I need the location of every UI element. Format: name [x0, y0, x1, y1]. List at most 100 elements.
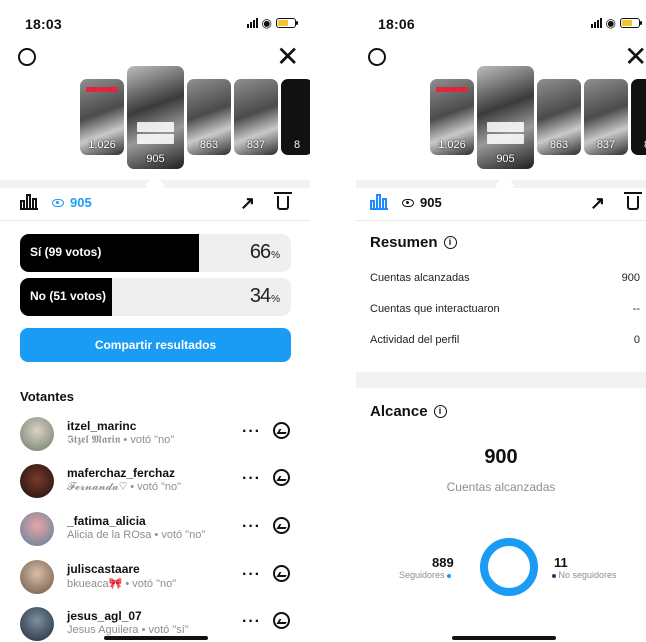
- battery-icon: [276, 18, 298, 28]
- followers-value: 889: [432, 555, 454, 570]
- voter-username[interactable]: itzel_marinc: [67, 419, 136, 433]
- clock: 18:06: [378, 16, 415, 32]
- home-indicator[interactable]: [452, 636, 556, 640]
- views-count: 905: [70, 195, 92, 210]
- story-thumbnail[interactable]: 8: [631, 79, 646, 155]
- info-icon[interactable]: i: [433, 405, 447, 418]
- divider: [0, 220, 310, 221]
- messenger-icon[interactable]: [273, 422, 290, 439]
- story-views: 905: [496, 153, 515, 165]
- messenger-icon[interactable]: [273, 469, 290, 486]
- signal-icon: [590, 18, 602, 28]
- more-options-button[interactable]: ···: [242, 518, 261, 536]
- trash-icon[interactable]: [624, 192, 642, 210]
- eye-icon: [52, 198, 64, 207]
- avatar[interactable]: [20, 512, 54, 546]
- settings-gear-icon[interactable]: [368, 48, 386, 66]
- story-views: 8: [293, 139, 301, 151]
- info-icon[interactable]: i: [443, 236, 457, 249]
- story-carousel[interactable]: 1.026 905 863 837 8: [356, 66, 646, 186]
- nonfollowers-label: No seguidores: [552, 570, 617, 580]
- messenger-icon[interactable]: [273, 612, 290, 629]
- settings-gear-icon[interactable]: [18, 48, 36, 66]
- voter-username[interactable]: maferchaz_ferchaz: [67, 466, 175, 480]
- poll-option-yes: Sí (99 votos) 66%: [20, 234, 291, 272]
- share-results-button[interactable]: Compartir resultados: [20, 328, 291, 362]
- messenger-icon[interactable]: [273, 517, 290, 534]
- story-views: 837: [596, 139, 616, 151]
- bar-chart-icon[interactable]: [370, 194, 388, 210]
- metric-label: Cuentas que interactuaron: [370, 303, 500, 315]
- metric-label: Cuentas alcanzadas: [370, 272, 470, 284]
- nonfollowers-value: 11: [554, 555, 568, 570]
- voter-row[interactable]: _fatima_alicia Alicia de la ROsa • votó …: [20, 512, 300, 556]
- story-thumbnail[interactable]: 863: [187, 79, 231, 155]
- story-insights-screen: 18:06 ◉ ✕ 1.026 905 863 837 8: [356, 0, 646, 642]
- story-thumbnail[interactable]: 1.026: [430, 79, 474, 155]
- story-toolbar: 905 ↗: [0, 188, 310, 220]
- voter-username[interactable]: _fatima_alicia: [67, 514, 146, 528]
- poll-option-percent: 66%: [249, 241, 280, 263]
- views-count: 905: [420, 195, 442, 210]
- story-views: 863: [549, 139, 569, 151]
- followers-label: Seguidores: [399, 570, 452, 580]
- home-indicator[interactable]: [104, 636, 208, 640]
- avatar[interactable]: [20, 607, 54, 641]
- trending-icon[interactable]: ↗: [590, 193, 605, 214]
- metric-row: Cuentas que interactuaron --: [370, 303, 640, 315]
- more-options-button[interactable]: ···: [242, 613, 261, 631]
- clock: 18:03: [25, 16, 62, 32]
- section-divider: [356, 372, 646, 388]
- signal-icon: [246, 18, 258, 28]
- voter-row[interactable]: maferchaz_ferchaz 𝓕𝓮𝓻𝓷𝓪𝓷𝓭𝓪♡ • votó "no" …: [20, 464, 300, 508]
- reach-heading: Alcance i: [370, 403, 447, 420]
- voters-heading: Votantes: [20, 389, 74, 404]
- wifi-icon: ◉: [261, 16, 272, 30]
- voter-username[interactable]: jesus_agl_07: [67, 609, 142, 623]
- story-thumbnail[interactable]: 863: [537, 79, 581, 155]
- wifi-icon: ◉: [605, 16, 616, 30]
- poll-option-no: No (51 votos) 34%: [20, 278, 291, 316]
- voter-subline: bkueaca🎀 • votó "no": [67, 578, 177, 590]
- story-thumbnail-selected[interactable]: 905: [477, 66, 534, 169]
- poll-option-percent: 34%: [249, 285, 280, 307]
- viewers-tab[interactable]: 905: [52, 195, 92, 210]
- voter-subline: Jesus Aguilera • votó "sí": [67, 624, 189, 636]
- status-icons: ◉: [246, 16, 298, 30]
- story-toolbar: 905 ↗: [356, 188, 646, 220]
- voter-username[interactable]: juliscastaare: [67, 562, 140, 576]
- story-views: 1.026: [438, 139, 466, 151]
- story-views: 1.026: [88, 139, 116, 151]
- story-thumbnail-selected[interactable]: 905: [127, 66, 184, 169]
- avatar[interactable]: [20, 560, 54, 594]
- story-thumbnail[interactable]: 837: [234, 79, 278, 155]
- bar-chart-icon[interactable]: [20, 194, 38, 210]
- avatar[interactable]: [20, 464, 54, 498]
- story-carousel[interactable]: 1.026 905 863 837 8: [0, 66, 310, 186]
- metric-label: Actividad del perfil: [370, 334, 460, 346]
- story-thumbnail[interactable]: 8: [281, 79, 310, 155]
- viewers-tab[interactable]: 905: [402, 195, 442, 210]
- poll-option-label: Sí (99 votos): [30, 245, 102, 259]
- status-bar: 18:03 ◉: [0, 0, 310, 40]
- voter-row[interactable]: itzel_marinc 𝕴𝖙𝖟𝖊𝖑 𝕸𝖆𝖗𝖎𝖓 • votó "no" ···: [20, 417, 300, 461]
- more-options-button[interactable]: ···: [242, 423, 261, 441]
- trash-icon[interactable]: [274, 192, 292, 210]
- more-options-button[interactable]: ···: [242, 470, 261, 488]
- story-thumbnail[interactable]: 837: [584, 79, 628, 155]
- voter-row[interactable]: juliscastaare bkueaca🎀 • votó "no" ···: [20, 560, 300, 604]
- metric-row: Actividad del perfil 0: [370, 334, 640, 346]
- metric-value: --: [632, 303, 640, 315]
- metric-row: Cuentas alcanzadas 900: [370, 272, 640, 284]
- avatar[interactable]: [20, 417, 54, 451]
- story-views: 8: [631, 139, 646, 151]
- story-thumbnail[interactable]: 1.026: [80, 79, 124, 155]
- voter-subline: 𝕴𝖙𝖟𝖊𝖑 𝕸𝖆𝖗𝖎𝖓 • votó "no": [67, 434, 175, 446]
- trending-icon[interactable]: ↗: [240, 193, 255, 214]
- metric-value: 0: [633, 334, 640, 346]
- reach-total-label: Cuentas alcanzadas: [446, 480, 556, 494]
- more-options-button[interactable]: ···: [242, 566, 261, 584]
- poll-results-screen: 18:03 ◉ ✕ 1.026 905 863 837 8 905 ↗ Sí (…: [0, 0, 310, 642]
- messenger-icon[interactable]: [273, 565, 290, 582]
- story-views: 863: [199, 139, 219, 151]
